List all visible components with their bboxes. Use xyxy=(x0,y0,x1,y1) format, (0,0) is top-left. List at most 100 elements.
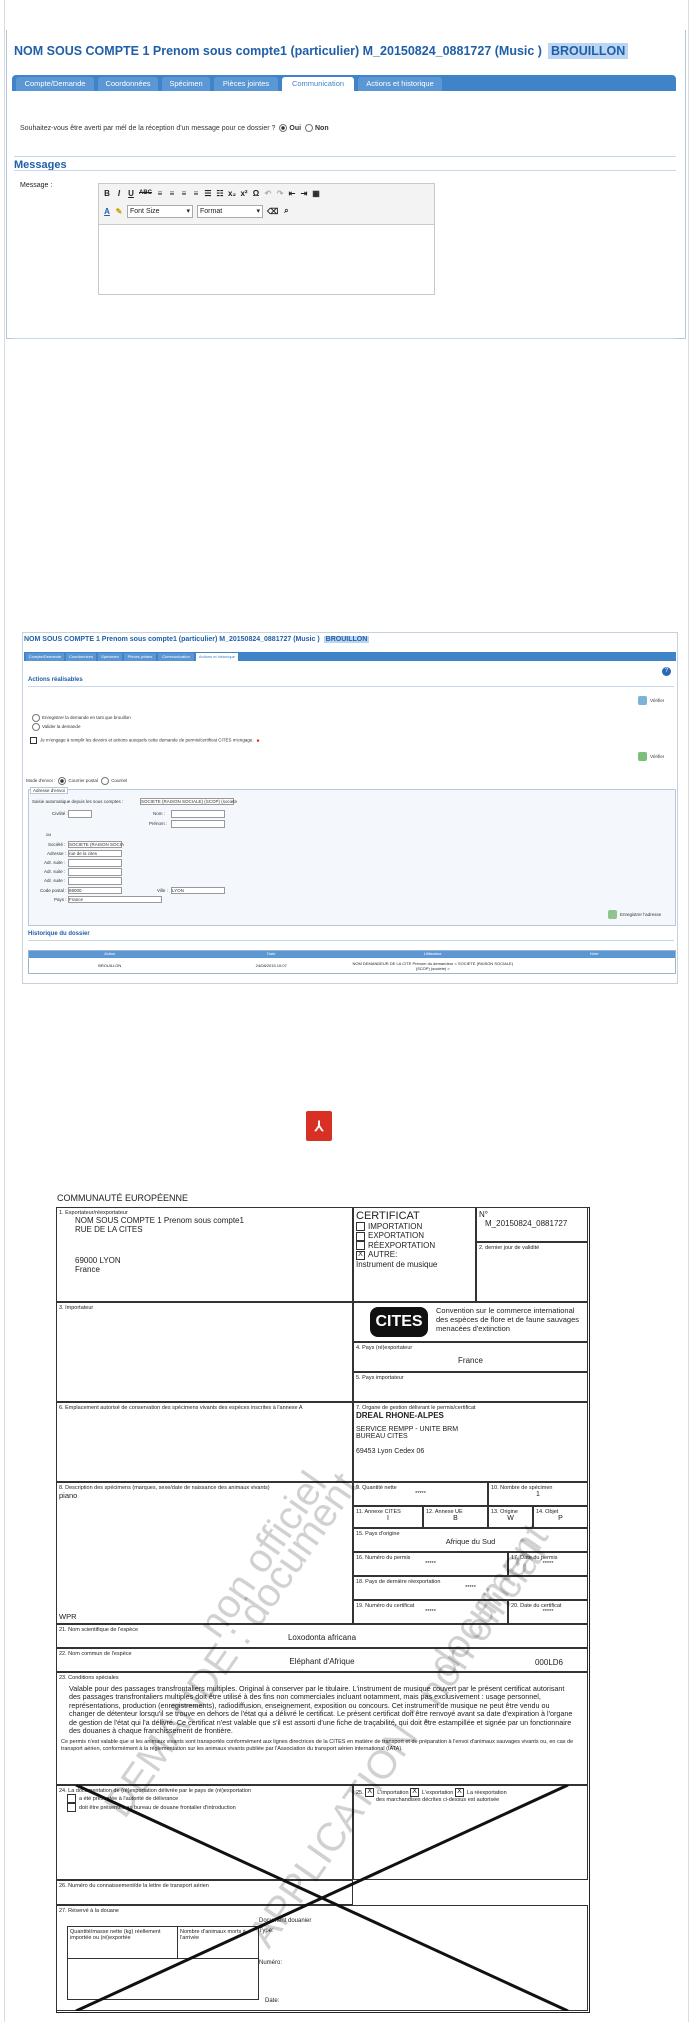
tab-coordonnees[interactable]: Coordonnées xyxy=(98,77,158,91)
history-tab-pieces[interactable]: Pièces jointes xyxy=(124,653,156,661)
adr-suite2-input[interactable] xyxy=(68,868,122,876)
address-box xyxy=(28,789,676,926)
col-date: Date xyxy=(267,951,276,956)
description-code: WPR xyxy=(59,1612,77,1621)
tab-compte-demande[interactable]: Compte/Demande xyxy=(16,77,94,91)
civilite-select[interactable] xyxy=(68,810,92,818)
subscript-icon[interactable]: x₂ xyxy=(228,189,236,198)
opt-import-row: IMPORTATION xyxy=(356,1222,473,1232)
verify2-icon[interactable] xyxy=(638,752,647,761)
verify-button[interactable]: Vérifier xyxy=(650,698,664,703)
history-table: Action Date Utilisateur Note BROUILLON 2… xyxy=(28,950,676,974)
history-tab-coordonnees[interactable]: Coordonnées xyxy=(66,653,96,661)
font-size-select[interactable]: Font Size xyxy=(127,204,193,218)
table-icon[interactable]: ▦ xyxy=(312,189,320,198)
tab-actions-historique[interactable]: Actions et historique xyxy=(358,77,442,91)
verify-icon[interactable] xyxy=(638,696,647,705)
field-import-country: 5. Pays importateur xyxy=(353,1372,588,1402)
send-mode-label: Mode d'envoi : xyxy=(26,778,56,784)
page-title: NOM SOUS COMPTE 1 Prenom sous compte1 (p… xyxy=(14,43,629,59)
history-tab-actions[interactable]: Actions et historique xyxy=(196,653,238,661)
verify2-button[interactable]: Vérifier xyxy=(650,754,664,759)
tab-pieces-jointes[interactable]: Pièces jointes xyxy=(214,77,278,91)
history-tab-specimen[interactable]: Spécimen xyxy=(98,653,122,661)
commitment-checkbox[interactable] xyxy=(30,737,37,744)
adr-suite3-input[interactable] xyxy=(68,877,122,885)
notify-no-label: Non xyxy=(315,124,329,132)
align-left-icon[interactable]: ≡ xyxy=(156,189,164,198)
cites-text: Convention sur le commerce international… xyxy=(436,1306,580,1333)
cites-logo: CITES xyxy=(370,1307,428,1337)
special-char-icon[interactable]: Ω xyxy=(252,189,260,198)
redo-icon[interactable]: ↷ xyxy=(276,189,284,198)
notify-no-radio[interactable] xyxy=(305,124,313,132)
outdent-icon[interactable]: ⇤ xyxy=(288,189,296,198)
send-post-radio[interactable] xyxy=(58,777,67,785)
tab-specimen[interactable]: Spécimen xyxy=(162,77,210,91)
underline-button[interactable]: U xyxy=(127,189,135,198)
cell-action: BROUILLON xyxy=(98,963,122,968)
history-status-badge: BROUILLON xyxy=(323,636,370,643)
field-exporter: 1. Exportateur/réexportateur NOM SOUS CO… xyxy=(56,1207,353,1302)
opt-reexport-row: RÉEXPORTATION xyxy=(356,1241,473,1251)
pays-select[interactable]: France xyxy=(68,896,162,903)
message-editor[interactable]: B I U ABC ≡ ≡ ≡ ≡ ☰ ☷ x₂ x² Ω ↶ ↷ ⇤ ⇥ ▦ … xyxy=(98,183,435,295)
font-color-icon[interactable]: A xyxy=(103,207,111,216)
history-tab-compte[interactable]: Compte/Demande xyxy=(26,653,64,661)
find-icon[interactable]: ⌕ xyxy=(282,206,290,216)
align-right-icon[interactable]: ≡ xyxy=(180,189,188,198)
adresse-input[interactable]: rue de la cites xyxy=(68,850,122,857)
cites-block: CITES Convention sur le commerce interna… xyxy=(353,1302,588,1342)
opt-other: AUTRE: xyxy=(368,1250,398,1260)
superscript-icon[interactable]: x² xyxy=(240,189,248,198)
send-mail-radio[interactable] xyxy=(101,777,110,785)
indent-icon[interactable]: ⇥ xyxy=(300,189,308,198)
bold-button[interactable]: B xyxy=(103,189,111,198)
opt-export: EXPORTATION xyxy=(368,1231,425,1241)
field-cites-annex: 11. Annexe CITES I xyxy=(353,1506,423,1528)
prenom-input[interactable] xyxy=(171,820,225,828)
save-address-icon[interactable] xyxy=(608,910,617,919)
strikethrough-button[interactable]: ABC xyxy=(139,190,152,196)
address-tab[interactable]: Adresse d'envoi xyxy=(30,787,68,794)
cp-label: Code postal : xyxy=(40,888,67,893)
field-quantity: 9. Quantité nette ***** xyxy=(353,1482,488,1506)
help-icon[interactable]: ? xyxy=(662,667,671,676)
table-row: BROUILLON 24/08/2015 10:07 NOM DEMANDEUR… xyxy=(29,958,675,973)
send-mode-row: Mode d'envoi : Courrier postal Courriel xyxy=(26,777,127,785)
dossier-title: NOM SOUS COMPTE 1 Prenom sous compte1 (p… xyxy=(14,44,542,58)
cp-input[interactable]: 69000 xyxy=(68,887,122,894)
pdf-icon[interactable]: ⅄ xyxy=(306,1111,332,1141)
history-tab-communication[interactable]: Communication xyxy=(158,653,194,661)
address-auto-select[interactable]: SOCIETE (RAISON SOCIALE) (SCOP) (societe xyxy=(140,798,237,805)
highlight-icon[interactable]: ✎ xyxy=(115,207,123,216)
option-validate-radio[interactable] xyxy=(32,723,40,731)
prenom-label: Prénom : xyxy=(149,821,168,826)
save-address-button[interactable]: Enregistrer l'adresse xyxy=(620,912,661,917)
opt-other-row: X AUTRE: xyxy=(356,1250,473,1260)
nom-input[interactable] xyxy=(171,810,225,818)
exporter-street: RUE DE LA CITES xyxy=(75,1225,143,1234)
ville-input[interactable]: LYON xyxy=(171,887,225,894)
bullet-list-icon[interactable]: ☰ xyxy=(204,189,212,198)
align-center-icon[interactable]: ≡ xyxy=(168,189,176,198)
send-post-label: Courrier postal xyxy=(68,778,98,784)
opt-export-row: EXPORTATION xyxy=(356,1231,473,1241)
notify-yes-radio[interactable] xyxy=(279,124,288,132)
italic-button[interactable]: I xyxy=(115,189,123,198)
message-label: Message : xyxy=(20,182,53,189)
align-justify-icon[interactable]: ≡ xyxy=(192,189,200,198)
option-validate-row: Valider la demande xyxy=(30,723,80,731)
permit-number-value: ***** xyxy=(425,1561,436,1567)
eraser-icon[interactable]: ⌫ xyxy=(267,207,278,216)
option-draft-radio[interactable] xyxy=(32,714,40,722)
field-management-authority: 7. Organe de gestion délivrant le permis… xyxy=(353,1402,588,1482)
field-importer: 3. Importateur xyxy=(56,1302,353,1402)
exporter-country: France xyxy=(75,1265,100,1274)
numbered-list-icon[interactable]: ☷ xyxy=(216,189,224,198)
tab-communication[interactable]: Communication xyxy=(282,77,354,91)
undo-icon[interactable]: ↶ xyxy=(264,189,272,198)
format-select[interactable]: Format xyxy=(197,204,263,218)
adr-suite1-input[interactable] xyxy=(68,859,122,867)
societe-input[interactable]: SOCIETE (RAISON SOCIA xyxy=(68,841,124,848)
